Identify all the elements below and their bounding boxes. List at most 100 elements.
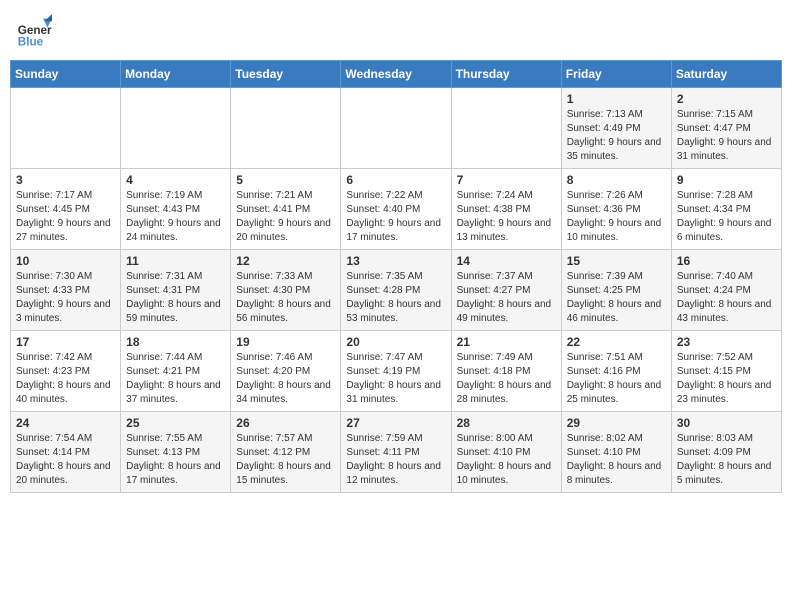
calendar-cell: 27Sunrise: 7:59 AMSunset: 4:11 PMDayligh…	[341, 412, 451, 493]
calendar-week-2: 3 Sunrise: 7:17 AMSunset: 4:45 PMDaylight…	[11, 169, 782, 250]
calendar-cell: 21 Sunrise: 7:49 AMSunset: 4:18 PMDayligh…	[451, 331, 561, 412]
day-number: 8	[567, 173, 666, 187]
day-info: Sunrise: 7:40 AMSunset: 4:24 PMDaylight:…	[677, 270, 776, 326]
calendar-week-1: 1 Sunrise: 7:13 AMSunset: 4:49 PMDaylight…	[11, 88, 782, 169]
calendar-cell: 10 Sunrise: 7:30 AMSunset: 4:33 PMDayligh…	[11, 250, 121, 331]
day-number: 21	[457, 335, 556, 349]
calendar-cell	[451, 88, 561, 169]
day-info: Sunrise: 7:35 AMSunset: 4:28 PMDaylight:…	[346, 270, 445, 326]
calendar-cell: 24 Sunrise: 7:54 AMSunset: 4:14 PMDayligh…	[11, 412, 121, 493]
day-number: 26	[236, 416, 335, 430]
day-number: 12	[236, 254, 335, 268]
day-info: Sunrise: 7:39 AMSunset: 4:25 PMDaylight:…	[567, 270, 666, 326]
day-number: 24	[16, 416, 115, 430]
page-header: General Blue	[10, 10, 782, 54]
day-number: 20	[346, 335, 445, 349]
day-number: 2	[677, 92, 776, 106]
day-info: Sunrise: 7:54 AMSunset: 4:14 PMDaylight:…	[16, 432, 115, 488]
calendar-cell: 23 Sunrise: 7:52 AMSunset: 4:15 PMDayligh…	[671, 331, 781, 412]
day-number: 17	[16, 335, 115, 349]
day-info: Sunrise: 7:22 AMSunset: 4:40 PMDaylight:…	[346, 189, 445, 245]
day-info: Sunrise: 7:30 AMSunset: 4:33 PMDaylight:…	[16, 270, 115, 326]
day-info: Sunrise: 7:52 AMSunset: 4:15 PMDaylight:…	[677, 351, 776, 407]
day-number: 22	[567, 335, 666, 349]
calendar-header: Sunday Monday Tuesday Wednesday Thursday…	[11, 61, 782, 88]
day-number: 16	[677, 254, 776, 268]
calendar-cell: 28 Sunrise: 8:00 AMSunset: 4:10 PMDayligh…	[451, 412, 561, 493]
day-number: 5	[236, 173, 335, 187]
day-info: Sunrise: 7:26 AMSunset: 4:36 PMDaylight:…	[567, 189, 666, 245]
header-sunday: Sunday	[11, 61, 121, 88]
calendar-cell	[11, 88, 121, 169]
day-info: Sunrise: 7:55 AMSunset: 4:13 PMDaylight:…	[126, 432, 225, 488]
day-info: Sunrise: 7:17 AMSunset: 4:45 PMDaylight:…	[16, 189, 115, 245]
calendar-cell: 16 Sunrise: 7:40 AMSunset: 4:24 PMDayligh…	[671, 250, 781, 331]
logo-icon: General Blue	[16, 14, 52, 50]
day-number: 25	[126, 416, 225, 430]
day-number: 9	[677, 173, 776, 187]
day-number: 28	[457, 416, 556, 430]
calendar-cell: 4 Sunrise: 7:19 AMSunset: 4:43 PMDaylight…	[121, 169, 231, 250]
calendar-cell: 19 Sunrise: 7:46 AMSunset: 4:20 PMDayligh…	[231, 331, 341, 412]
day-info: Sunrise: 8:00 AMSunset: 4:10 PMDaylight:…	[457, 432, 556, 488]
calendar-cell: 30 Sunrise: 8:03 AMSunset: 4:09 PMDayligh…	[671, 412, 781, 493]
header-monday: Monday	[121, 61, 231, 88]
day-number: 10	[16, 254, 115, 268]
day-number: 4	[126, 173, 225, 187]
calendar-cell	[231, 88, 341, 169]
calendar-week-3: 10 Sunrise: 7:30 AMSunset: 4:33 PMDayligh…	[11, 250, 782, 331]
day-info: Sunrise: 7:19 AMSunset: 4:43 PMDaylight:…	[126, 189, 225, 245]
day-info: Sunrise: 7:46 AMSunset: 4:20 PMDaylight:…	[236, 351, 335, 407]
day-number: 3	[16, 173, 115, 187]
calendar-cell: 6 Sunrise: 7:22 AMSunset: 4:40 PMDaylight…	[341, 169, 451, 250]
header-thursday: Thursday	[451, 61, 561, 88]
calendar-cell: 29 Sunrise: 8:02 AMSunset: 4:10 PMDayligh…	[561, 412, 671, 493]
day-number: 6	[346, 173, 445, 187]
day-info: Sunrise: 7:13 AMSunset: 4:49 PMDaylight:…	[567, 108, 666, 164]
day-number: 14	[457, 254, 556, 268]
calendar-cell: 11 Sunrise: 7:31 AMSunset: 4:31 PMDayligh…	[121, 250, 231, 331]
calendar-cell: 9 Sunrise: 7:28 AMSunset: 4:34 PMDaylight…	[671, 169, 781, 250]
day-info: Sunrise: 7:28 AMSunset: 4:34 PMDaylight:…	[677, 189, 776, 245]
day-number: 1	[567, 92, 666, 106]
calendar-cell: 14 Sunrise: 7:37 AMSunset: 4:27 PMDayligh…	[451, 250, 561, 331]
day-info: Sunrise: 8:03 AMSunset: 4:09 PMDaylight:…	[677, 432, 776, 488]
calendar-week-5: 24 Sunrise: 7:54 AMSunset: 4:14 PMDayligh…	[11, 412, 782, 493]
day-info: Sunrise: 7:51 AMSunset: 4:16 PMDaylight:…	[567, 351, 666, 407]
day-info: Sunrise: 8:02 AMSunset: 4:10 PMDaylight:…	[567, 432, 666, 488]
day-number: 11	[126, 254, 225, 268]
day-info: Sunrise: 7:31 AMSunset: 4:31 PMDaylight:…	[126, 270, 225, 326]
calendar-cell: 1 Sunrise: 7:13 AMSunset: 4:49 PMDaylight…	[561, 88, 671, 169]
calendar-cell: 15Sunrise: 7:39 AMSunset: 4:25 PMDayligh…	[561, 250, 671, 331]
day-info: Sunrise: 7:15 AMSunset: 4:47 PMDaylight:…	[677, 108, 776, 164]
day-info: Sunrise: 7:47 AMSunset: 4:19 PMDaylight:…	[346, 351, 445, 407]
calendar-cell: 13Sunrise: 7:35 AMSunset: 4:28 PMDayligh…	[341, 250, 451, 331]
calendar-cell	[121, 88, 231, 169]
header-saturday: Saturday	[671, 61, 781, 88]
header-row: Sunday Monday Tuesday Wednesday Thursday…	[11, 61, 782, 88]
day-number: 19	[236, 335, 335, 349]
day-info: Sunrise: 7:44 AMSunset: 4:21 PMDaylight:…	[126, 351, 225, 407]
calendar-cell: 3 Sunrise: 7:17 AMSunset: 4:45 PMDaylight…	[11, 169, 121, 250]
day-number: 23	[677, 335, 776, 349]
header-wednesday: Wednesday	[341, 61, 451, 88]
day-info: Sunrise: 7:24 AMSunset: 4:38 PMDaylight:…	[457, 189, 556, 245]
calendar-cell: 22 Sunrise: 7:51 AMSunset: 4:16 PMDayligh…	[561, 331, 671, 412]
header-friday: Friday	[561, 61, 671, 88]
day-info: Sunrise: 7:57 AMSunset: 4:12 PMDaylight:…	[236, 432, 335, 488]
calendar-cell: 17 Sunrise: 7:42 AMSunset: 4:23 PMDayligh…	[11, 331, 121, 412]
calendar-cell: 18Sunrise: 7:44 AMSunset: 4:21 PMDayligh…	[121, 331, 231, 412]
calendar-cell: 7 Sunrise: 7:24 AMSunset: 4:38 PMDaylight…	[451, 169, 561, 250]
calendar-cell: 5Sunrise: 7:21 AMSunset: 4:41 PMDaylight…	[231, 169, 341, 250]
calendar-cell: 20 Sunrise: 7:47 AMSunset: 4:19 PMDayligh…	[341, 331, 451, 412]
day-number: 29	[567, 416, 666, 430]
day-number: 7	[457, 173, 556, 187]
day-number: 30	[677, 416, 776, 430]
day-info: Sunrise: 7:49 AMSunset: 4:18 PMDaylight:…	[457, 351, 556, 407]
calendar-week-4: 17 Sunrise: 7:42 AMSunset: 4:23 PMDayligh…	[11, 331, 782, 412]
day-info: Sunrise: 7:59 AMSunset: 4:11 PMDaylight:…	[346, 432, 445, 488]
day-info: Sunrise: 7:37 AMSunset: 4:27 PMDaylight:…	[457, 270, 556, 326]
calendar-cell: 12Sunrise: 7:33 AMSunset: 4:30 PMDayligh…	[231, 250, 341, 331]
day-info: Sunrise: 7:42 AMSunset: 4:23 PMDaylight:…	[16, 351, 115, 407]
header-tuesday: Tuesday	[231, 61, 341, 88]
